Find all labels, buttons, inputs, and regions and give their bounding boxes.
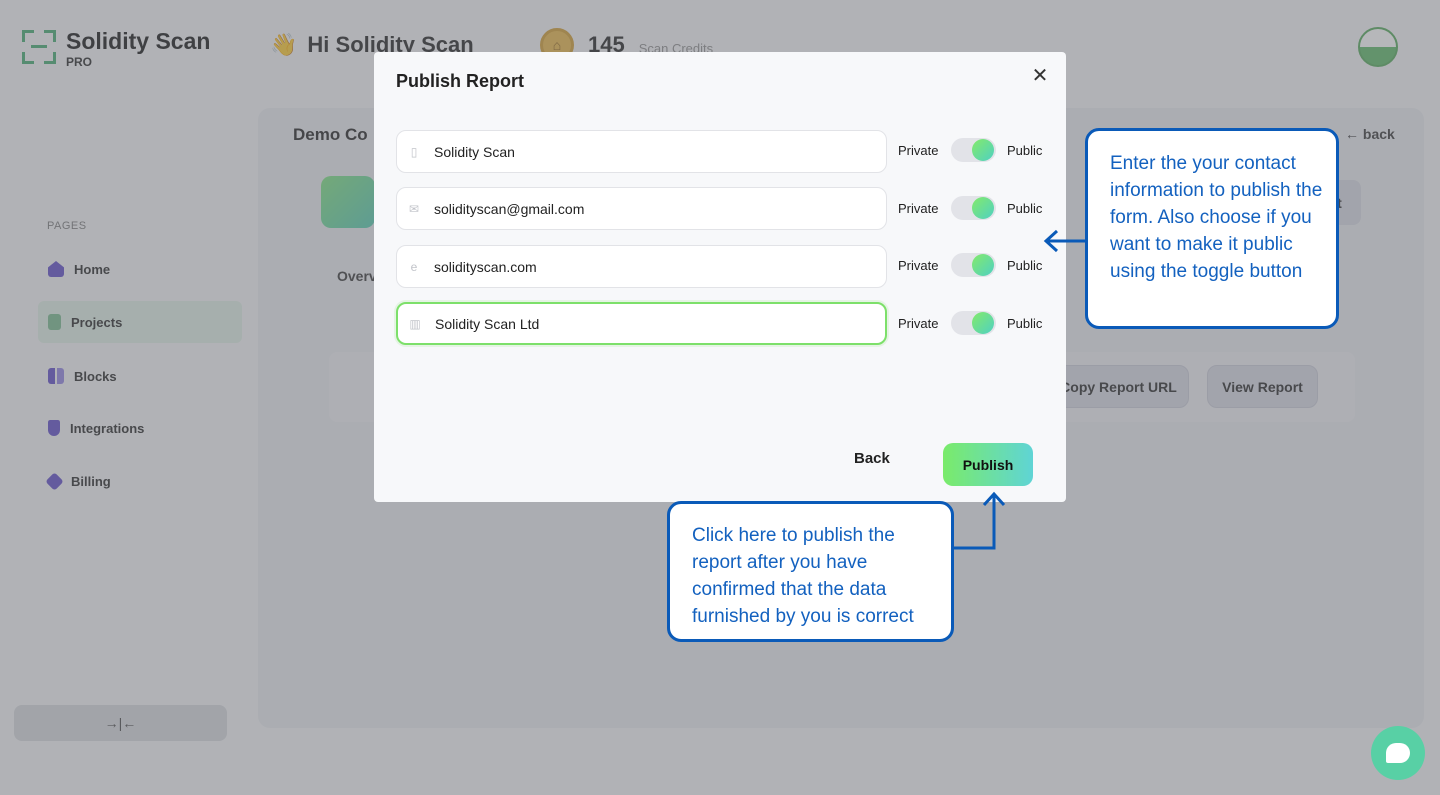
chat-widget-button[interactable] — [1371, 726, 1425, 780]
public-label: Public — [1007, 143, 1043, 158]
private-label: Private — [898, 201, 939, 216]
website-input[interactable] — [434, 258, 874, 275]
private-label: Private — [898, 143, 939, 158]
globe-icon: e — [410, 259, 418, 274]
close-icon[interactable]: ✕ — [1029, 64, 1051, 87]
visibility-toggle-website[interactable] — [951, 253, 996, 277]
organization-input[interactable] — [435, 315, 875, 332]
contact-info-callout: Enter the your contact information to pu… — [1085, 128, 1339, 329]
modal-title: Publish Report — [396, 71, 525, 91]
private-label: Private — [898, 316, 939, 331]
public-label: Public — [1007, 316, 1043, 331]
building-icon: ▯ — [410, 144, 418, 159]
private-label: Private — [898, 258, 939, 273]
organization-field[interactable]: ▥ — [396, 302, 887, 345]
company-name-field[interactable]: ▯ — [396, 130, 887, 173]
back-button[interactable]: Back — [854, 450, 890, 467]
publish-button[interactable]: Publish — [943, 443, 1033, 486]
chat-bubble-icon — [1386, 743, 1410, 763]
website-field[interactable]: e — [396, 245, 887, 288]
public-label: Public — [1007, 258, 1043, 273]
visibility-toggle-organization[interactable] — [951, 311, 996, 335]
publish-callout: Click here to publish the report after y… — [667, 501, 954, 642]
email-input[interactable] — [434, 200, 874, 217]
publish-report-modal: Publish Report ✕ ▯ Private Public ✉ Priv… — [374, 52, 1066, 502]
visibility-toggle-company[interactable] — [951, 138, 996, 162]
visibility-toggle-email[interactable] — [951, 196, 996, 220]
company-name-input[interactable] — [434, 143, 874, 160]
email-field[interactable]: ✉ — [396, 187, 887, 230]
office-icon: ▥ — [409, 316, 421, 331]
envelope-icon: ✉ — [408, 201, 420, 216]
public-label: Public — [1007, 201, 1043, 216]
